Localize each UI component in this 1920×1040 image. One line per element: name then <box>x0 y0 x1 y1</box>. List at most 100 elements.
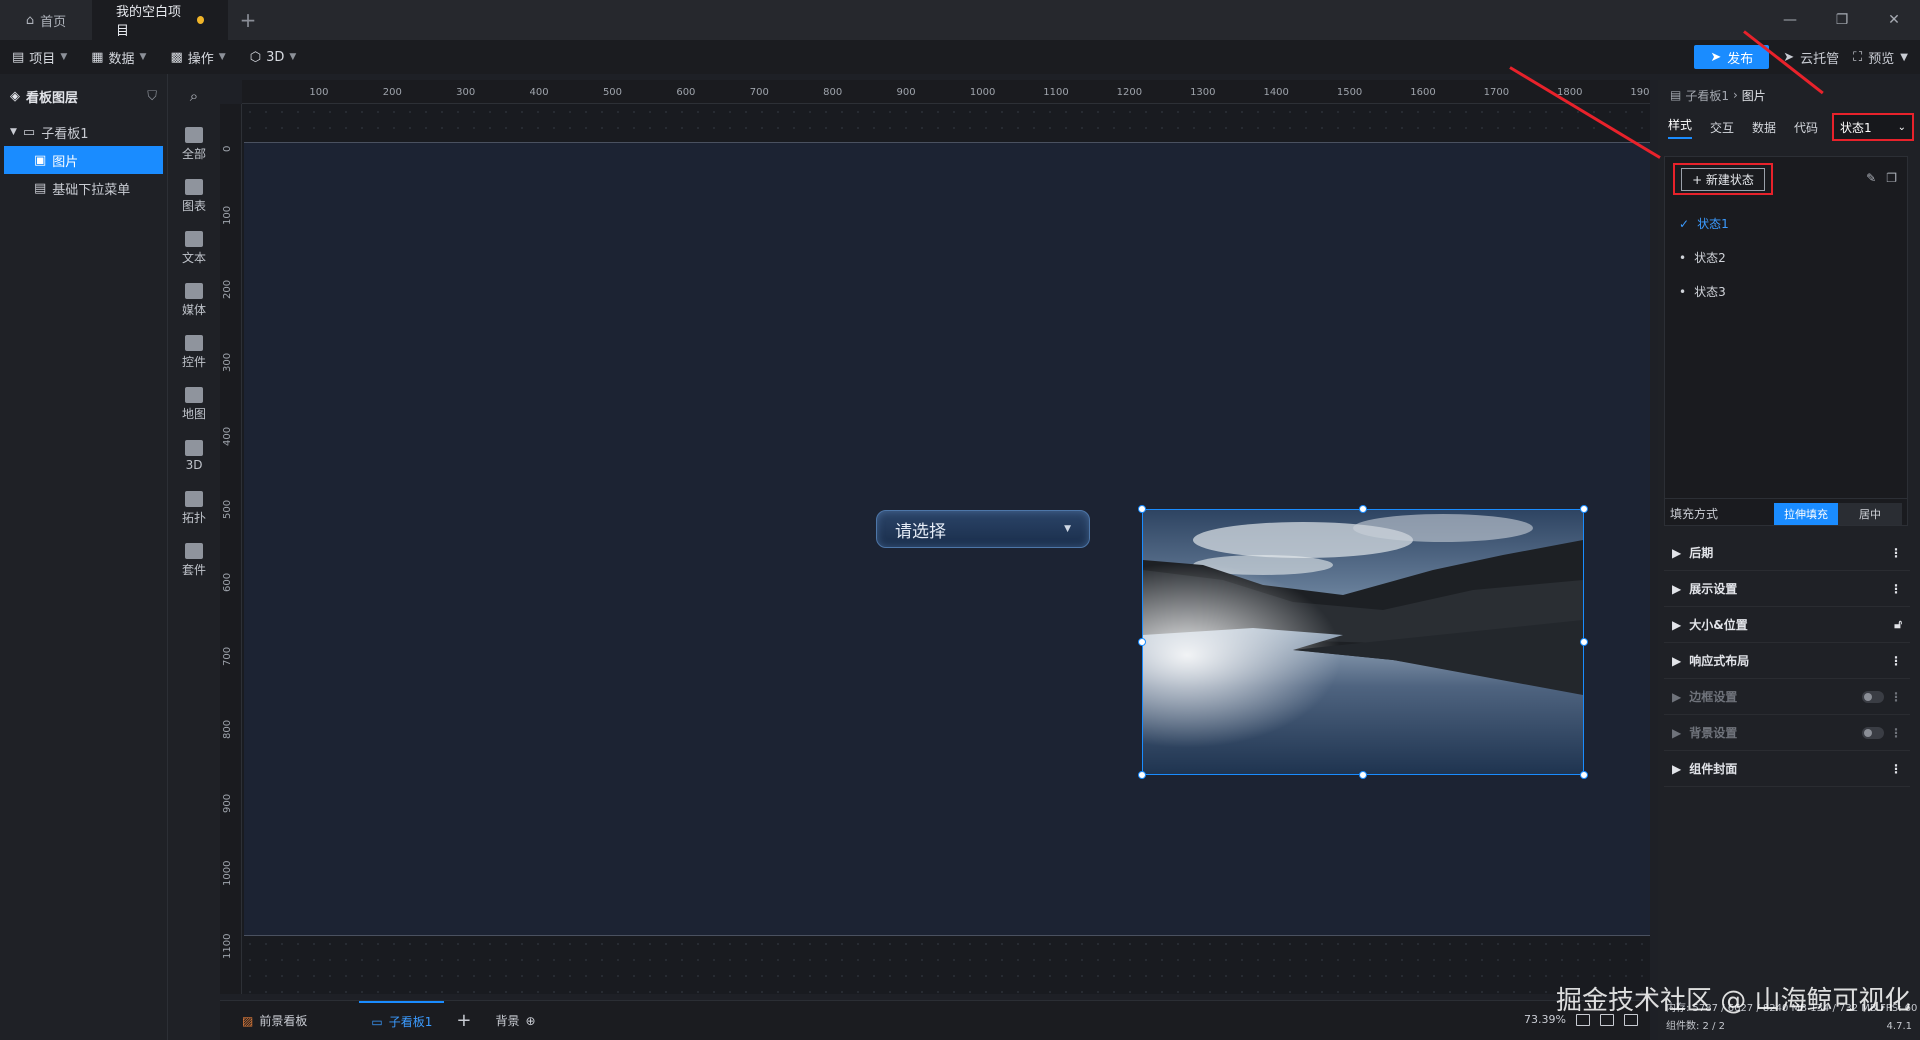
fill-option-center[interactable]: 居中 <box>1838 502 1902 525</box>
resize-handle[interactable] <box>1359 771 1367 779</box>
ruler-tick-label: 200 <box>222 279 233 299</box>
monitor-icon: ▭ <box>371 1014 383 1029</box>
filter-icon[interactable]: ⛉ <box>147 89 157 104</box>
resize-handle[interactable] <box>1580 771 1588 779</box>
menu-operate-label: 操作 <box>187 51 214 67</box>
control-icon <box>185 334 203 351</box>
minimize-button[interactable]: — <box>1764 0 1816 40</box>
state-select[interactable]: 状态1 ⌄ <box>1832 113 1914 141</box>
layer-item-board[interactable]: ▼ ▭ 子看板1 <box>0 118 167 146</box>
section-component-cover[interactable]: ▶ 组件封面 ⋮ <box>1664 751 1910 787</box>
check-icon: ✓ <box>1679 216 1690 231</box>
section-background-settings[interactable]: ▶ 背景设置 ⋮ <box>1664 715 1910 751</box>
breadcrumb-parent[interactable]: 子看板1 <box>1685 87 1729 104</box>
layer-panel: ◈ 看板图层 ⛉ ▼ ▭ 子看板1 ▣ 图片 ▤ 基础下拉菜单 <box>0 74 168 1040</box>
chevron-down-icon: ▼ <box>218 52 226 62</box>
component-control[interactable]: 控件 <box>168 326 220 378</box>
layer-item-image[interactable]: ▣ 图片 <box>4 146 163 174</box>
resize-handle[interactable] <box>1138 505 1146 513</box>
ruler-tick-label: 1700 <box>1483 87 1510 98</box>
add-board-button[interactable]: + <box>444 1001 483 1040</box>
restore-button[interactable]: ❐ <box>1816 0 1868 40</box>
component-text[interactable]: 文本 <box>168 222 220 274</box>
add-circle-icon[interactable]: ⊕ <box>525 1014 535 1028</box>
fill-option-stretch[interactable]: 拉伸填充 <box>1774 502 1838 525</box>
tab-style[interactable]: 样式 <box>1668 116 1693 139</box>
resize-handle[interactable] <box>1138 771 1146 779</box>
ruler-tick-label: 400 <box>529 87 549 98</box>
bullet-icon: • <box>1679 284 1687 299</box>
component-label: 文本 <box>181 250 206 265</box>
add-tab-button[interactable]: + <box>228 0 268 40</box>
tab-sub-board[interactable]: ▭ 子看板1 <box>359 1000 445 1040</box>
state-item[interactable]: • 状态2 <box>1679 249 1726 266</box>
resize-handle[interactable] <box>1138 638 1146 646</box>
section-border-settings[interactable]: ▶ 边框设置 ⋮ <box>1664 679 1910 715</box>
section-label: 展示设置 <box>1689 582 1738 596</box>
lock-icon[interactable]: 🔓︎ <box>1894 617 1902 632</box>
title-bar: ⌂ 首页 我的空白项目 + — ❐ ✕ <box>0 0 1920 40</box>
text-icon <box>185 230 203 247</box>
new-state-button[interactable]: + 新建状态 <box>1673 163 1773 195</box>
monitor-icon: ▭ <box>22 124 36 140</box>
copy-icon[interactable]: ❐ <box>1886 171 1897 185</box>
breadcrumb-current: 图片 <box>1741 88 1766 103</box>
tab-interaction[interactable]: 交互 <box>1710 119 1734 136</box>
basic-dropdown-widget[interactable]: 请选择 ▼ <box>876 510 1090 548</box>
ruler-tick-label: 800 <box>823 87 843 98</box>
close-button[interactable]: ✕ <box>1868 0 1920 40</box>
section-display-settings[interactable]: ▶ 展示设置 ⋮ <box>1664 571 1910 607</box>
resize-handle[interactable] <box>1580 638 1588 646</box>
more-icon[interactable]: ⋮ <box>1890 654 1902 668</box>
background-toggle[interactable] <box>1862 726 1884 739</box>
ruler-tick-label: 1100 <box>222 933 233 960</box>
tab-project[interactable]: 我的空白项目 <box>92 0 228 40</box>
border-toggle[interactable] <box>1862 690 1884 703</box>
caret-right-icon: ▶ <box>1672 581 1682 596</box>
chevron-down-icon: ▼ <box>1900 51 1908 63</box>
cloud-host-label: 云托管 <box>1800 51 1840 67</box>
tab-home[interactable]: ⌂ 首页 <box>0 0 92 40</box>
cloud-host-button[interactable]: ➤ 云托管 <box>1783 48 1839 67</box>
resize-handle[interactable] <box>1580 505 1588 513</box>
tab-code[interactable]: 代码 <box>1794 119 1818 136</box>
component-topology[interactable]: 拓扑 <box>168 482 220 534</box>
menu-3d[interactable]: ⬡ 3D ▼ <box>238 50 309 65</box>
state-item[interactable]: ✓ 状态1 <box>1679 215 1729 232</box>
edit-icon[interactable]: ✎ <box>1866 171 1876 185</box>
section-post-processing[interactable]: ▶ 后期 ⋮ <box>1664 535 1910 571</box>
section-label: 组件封面 <box>1689 762 1738 776</box>
publish-button[interactable]: ➤ 发布 <box>1694 45 1770 69</box>
property-tabs: 样式 交互 数据 代码 状态1 ⌄ <box>1658 110 1920 144</box>
component-chart[interactable]: 图表 <box>168 170 220 222</box>
more-icon[interactable]: ⋮ <box>1890 726 1902 740</box>
search-icon[interactable]: ⌕ <box>168 74 220 118</box>
menu-operate[interactable]: ▩ 操作 ▼ <box>158 48 237 67</box>
component-media[interactable]: 媒体 <box>168 274 220 326</box>
state-item[interactable]: • 状态3 <box>1679 283 1726 300</box>
preview-button[interactable]: ⛶ 预览 ▼ <box>1853 48 1908 67</box>
ruler-tick-label: 600 <box>676 87 696 98</box>
section-size-position[interactable]: ▶ 大小&位置 🔓︎ <box>1664 607 1910 643</box>
more-icon[interactable]: ⋮ <box>1890 546 1902 560</box>
more-icon[interactable]: ⋮ <box>1890 762 1902 776</box>
component-3d[interactable]: 3D <box>168 430 220 482</box>
canvas-area[interactable]: 请选择 ▼ <box>242 104 1650 994</box>
resize-handle[interactable] <box>1359 505 1367 513</box>
tab-home-label: 首页 <box>40 14 67 30</box>
tab-background[interactable]: 背景 ⊕ <box>483 1001 547 1040</box>
component-map[interactable]: 地图 <box>168 378 220 430</box>
section-responsive-layout[interactable]: ▶ 响应式布局 ⋮ <box>1664 643 1910 679</box>
tab-data[interactable]: 数据 <box>1752 119 1776 136</box>
component-kit[interactable]: 套件 <box>168 534 220 586</box>
more-icon[interactable]: ⋮ <box>1890 690 1902 704</box>
board-tab-label: 背景 <box>495 1014 520 1028</box>
tab-foreground-board[interactable]: ▨ 前景看板 <box>230 1001 319 1040</box>
menu-data[interactable]: ▦ 数据 ▼ <box>79 48 158 67</box>
image-widget[interactable] <box>1142 509 1584 775</box>
component-all[interactable]: 全部 <box>168 118 220 170</box>
bar-chart-icon <box>185 178 203 195</box>
menu-project[interactable]: ▤ 项目 ▼ <box>0 48 79 67</box>
layer-item-dropdown[interactable]: ▤ 基础下拉菜单 <box>0 174 167 202</box>
more-icon[interactable]: ⋮ <box>1890 582 1902 596</box>
